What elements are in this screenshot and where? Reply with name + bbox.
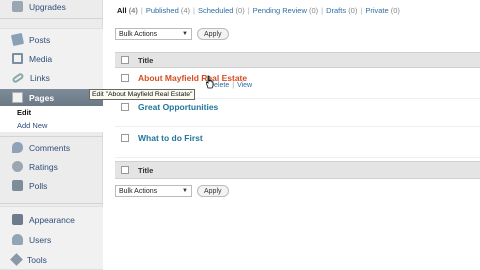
filter-scheduled[interactable]: Scheduled (0) (198, 6, 245, 15)
filter-separator: | (247, 6, 250, 15)
table-row: What to do First (115, 130, 480, 158)
chevron-down-icon: ▼ (182, 188, 188, 194)
menu-label: Users (29, 234, 52, 245)
comments-icon (12, 142, 23, 153)
pages-icon (12, 92, 23, 103)
apply-button[interactable]: Apply (197, 28, 229, 40)
menu-item-pages[interactable]: Pages (0, 89, 103, 106)
status-filters: All (4) | Published (4) | Scheduled (0) | Pend… (117, 6, 400, 15)
upgrades-icon (12, 1, 23, 12)
filter-separator: | (140, 6, 143, 15)
filter-label: Published (145, 6, 179, 15)
filter-count: (4) (180, 6, 191, 15)
filter-count: (4) (128, 6, 138, 15)
users-icon (12, 234, 23, 245)
hand-cursor-icon (206, 75, 214, 89)
filter-label: All (117, 6, 127, 15)
column-title[interactable]: Title (138, 166, 153, 175)
chevron-down-icon: ▼ (182, 31, 188, 37)
menu-label: Appearance (29, 214, 75, 225)
row-action-separator: | (232, 82, 235, 89)
menu-item-polls[interactable]: Polls (0, 177, 103, 194)
menu-label: Polls (29, 180, 48, 191)
filter-all[interactable]: All (4) (117, 6, 138, 15)
menu-label: Ratings (29, 161, 58, 172)
menu-divider (0, 203, 103, 204)
row-checkbox[interactable] (121, 74, 129, 82)
menu-label: Pages (29, 92, 55, 103)
pages-submenu: Edit Add New (0, 106, 103, 132)
menu-item-users[interactable]: Users (0, 231, 103, 248)
polls-icon (12, 180, 23, 191)
filter-label: Drafts (326, 6, 347, 15)
tools-icon (10, 253, 23, 266)
filter-separator: | (193, 6, 195, 15)
apply-button[interactable]: Apply (197, 185, 229, 197)
pages-table: Title About Mayfield Real Estate Delete |… (115, 52, 480, 179)
filter-count: (0) (308, 6, 319, 15)
menu-item-comments[interactable]: Comments (0, 139, 103, 156)
select-all-checkbox[interactable] (121, 166, 129, 174)
admin-sidebar: Upgrades Posts Media Links Pages Edit Ad… (0, 0, 103, 270)
submenu-item-add-new[interactable]: Add New (0, 119, 103, 132)
table-footer: Title (115, 161, 480, 179)
menu-item-posts[interactable]: Posts (0, 31, 103, 48)
filter-label: Private (365, 6, 389, 15)
menu-label: Comments (29, 142, 71, 153)
filter-pending-review[interactable]: Pending Review (0) (253, 6, 318, 15)
filter-count: (0) (390, 6, 400, 15)
bulk-actions-select[interactable]: Bulk Actions ▼ (115, 185, 192, 197)
menu-item-media[interactable]: Media (0, 50, 103, 67)
menu-item-links[interactable]: Links (0, 69, 103, 86)
menu-divider (0, 18, 103, 19)
select-value: Bulk Actions (119, 30, 158, 38)
media-icon (12, 53, 23, 64)
menu-label: Upgrades (29, 1, 66, 12)
row-title-link[interactable]: Great Opportunities (138, 102, 218, 112)
appearance-icon (12, 214, 23, 225)
menu-label: Media (29, 53, 53, 64)
row-title-link[interactable]: What to do First (138, 133, 203, 143)
filter-drafts[interactable]: Drafts (0) (326, 6, 357, 15)
posts-icon (10, 32, 25, 47)
link-tooltip: Edit "About Mayfield Real Estate" (89, 89, 196, 100)
column-title[interactable]: Title (138, 56, 153, 65)
table-row: Great Opportunities (115, 99, 480, 127)
row-checkbox[interactable] (121, 103, 129, 111)
menu-item-tools[interactable]: Tools (0, 251, 103, 268)
bulk-actions-select[interactable]: Bulk Actions ▼ (115, 28, 192, 40)
menu-label: Links (30, 72, 50, 83)
filter-count: (0) (348, 6, 358, 15)
menu-label: Posts (29, 34, 51, 45)
filter-label: Pending Review (252, 6, 307, 15)
menu-divider (0, 136, 103, 137)
menu-label: Tools (27, 254, 47, 265)
menu-item-appearance[interactable]: Appearance (0, 211, 103, 228)
select-all-checkbox[interactable] (121, 56, 129, 64)
filter-count: (0) (235, 6, 245, 15)
filter-separator: | (360, 6, 363, 15)
filter-private[interactable]: Private (0) (365, 6, 400, 15)
bulk-actions-top: Bulk Actions ▼ Apply (115, 28, 229, 40)
menu-item-upgrades[interactable]: Upgrades (0, 0, 103, 15)
filter-label: Scheduled (197, 6, 234, 15)
row-actions: Delete | View (209, 82, 252, 89)
bulk-actions-bottom: Bulk Actions ▼ Apply (115, 185, 229, 197)
menu-item-ratings[interactable]: Ratings (0, 158, 103, 175)
ratings-icon (12, 161, 23, 172)
select-value: Bulk Actions (119, 187, 158, 195)
filter-published[interactable]: Published (4) (146, 6, 190, 15)
links-icon (11, 71, 25, 84)
table-header: Title (115, 52, 480, 68)
filter-separator: | (321, 6, 324, 15)
view-link[interactable]: View (237, 82, 252, 89)
submenu-item-edit[interactable]: Edit (0, 106, 103, 119)
row-checkbox[interactable] (121, 134, 129, 142)
